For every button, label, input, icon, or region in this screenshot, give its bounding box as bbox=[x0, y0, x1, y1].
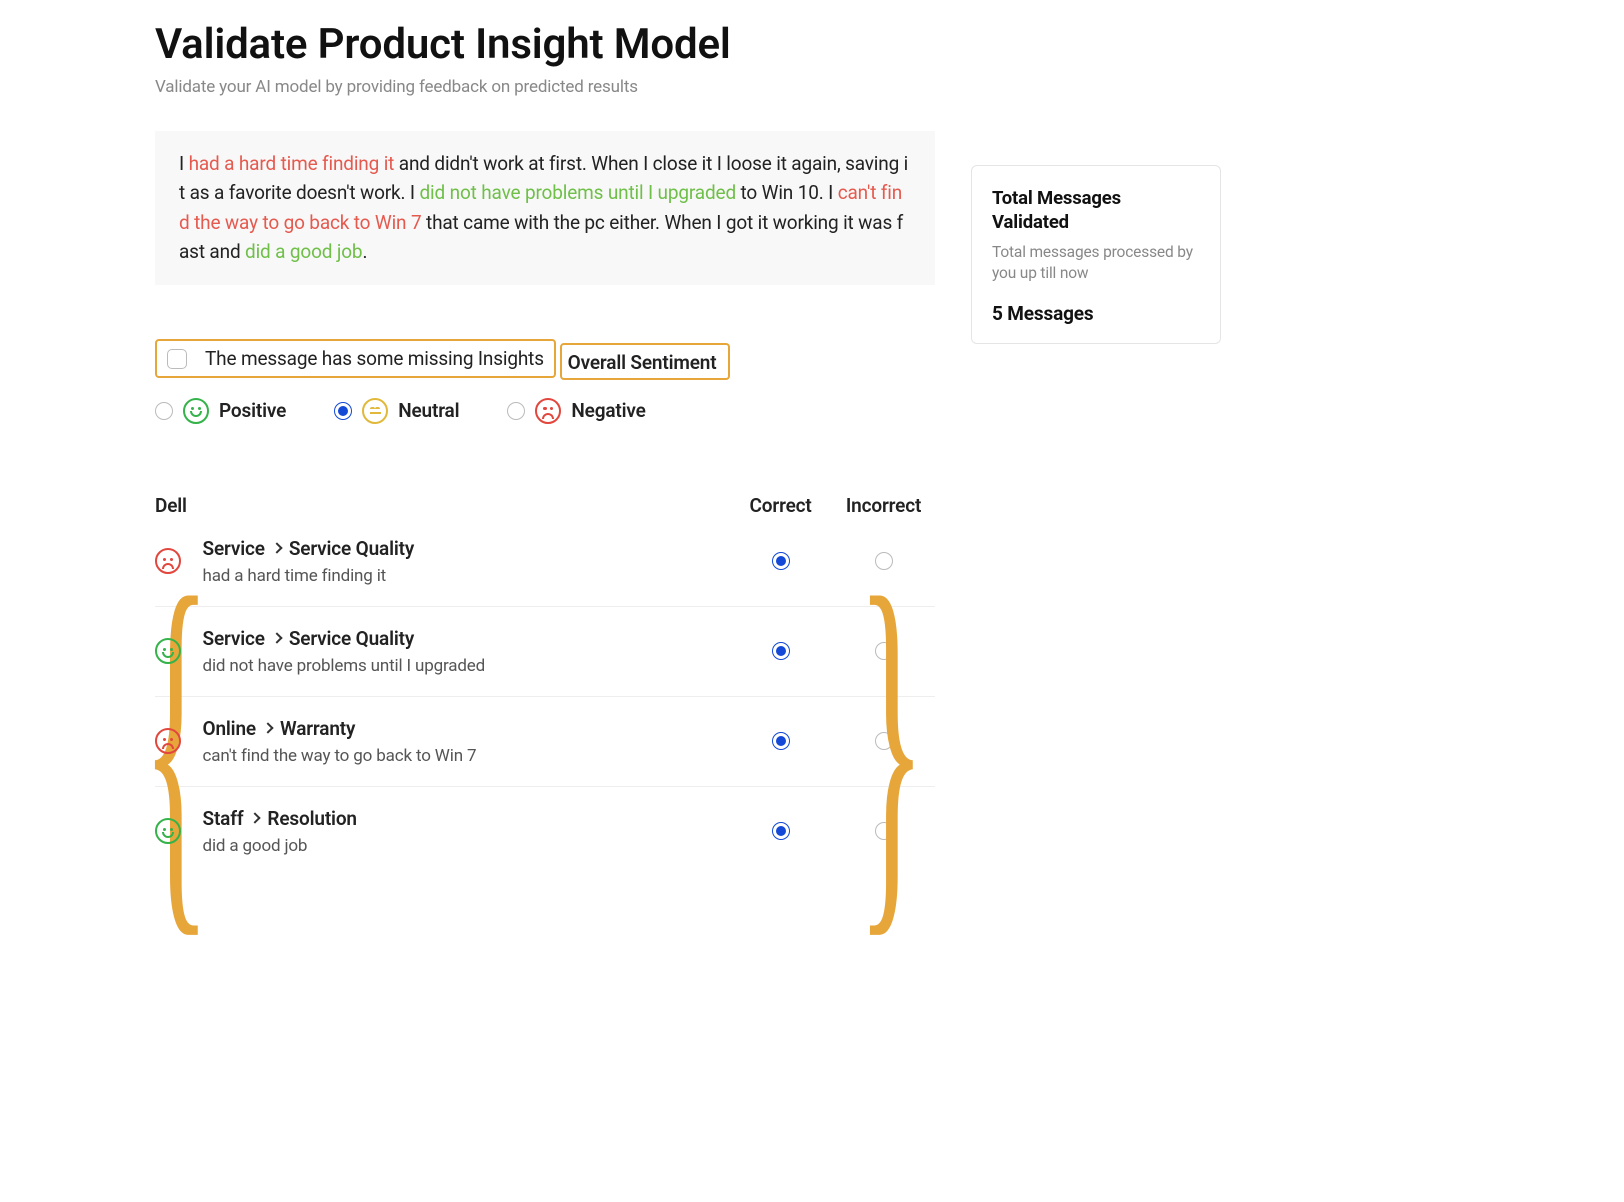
topic-correct-radio[interactable] bbox=[772, 822, 790, 840]
page-subtitle: Validate your AI model by providing feed… bbox=[155, 77, 1564, 97]
chevron-right-icon bbox=[262, 723, 273, 734]
sentiment-option-neutral[interactable]: Neutral bbox=[334, 398, 459, 424]
face-pos-icon bbox=[183, 398, 209, 424]
column-incorrect: Incorrect bbox=[832, 494, 935, 517]
message-segment: did not have problems until I upgraded bbox=[419, 181, 736, 204]
missing-insights-label: The message has some missing Insights bbox=[205, 347, 544, 370]
sentiment-radio-neutral[interactable] bbox=[334, 402, 352, 420]
topic-path: OnlineWarranty bbox=[203, 717, 730, 740]
message-segment: had a hard time finding it bbox=[189, 152, 395, 175]
topic-row: ServiceService Quality had a hard time fi… bbox=[155, 517, 935, 606]
topic-path: StaffResolution bbox=[203, 807, 730, 830]
sentiment-label: Positive bbox=[219, 399, 286, 422]
topic-correct-radio[interactable] bbox=[772, 732, 790, 750]
topic-row: StaffResolution did a good job bbox=[155, 786, 935, 876]
sentiment-option-positive[interactable]: Positive bbox=[155, 398, 286, 424]
topic-row: ServiceService Quality did not have probl… bbox=[155, 606, 935, 696]
message-segment: did a good job bbox=[245, 240, 362, 263]
topic-incorrect-radio[interactable] bbox=[875, 732, 893, 750]
topic-snippet: can't find the way to go back to Win 7 bbox=[203, 746, 730, 766]
missing-insights-row[interactable]: The message has some missing Insights bbox=[155, 339, 556, 378]
face-neg-icon bbox=[535, 398, 561, 424]
column-correct: Correct bbox=[729, 494, 832, 517]
chevron-right-icon bbox=[271, 543, 282, 554]
face-neu-icon bbox=[362, 398, 388, 424]
total-messages-card: Total Messages Validated Total messages … bbox=[971, 165, 1221, 344]
total-messages-value: 5 Messages bbox=[992, 302, 1200, 325]
message-segment: . bbox=[362, 240, 367, 263]
sentiment-radio-negative[interactable] bbox=[507, 402, 525, 420]
topic-snippet: did a good job bbox=[203, 836, 730, 856]
message-segment: I bbox=[179, 152, 189, 175]
total-messages-title: Total Messages Validated bbox=[992, 186, 1200, 234]
topic-incorrect-radio[interactable] bbox=[875, 642, 893, 660]
sentiment-label: Neutral bbox=[398, 399, 459, 422]
chevron-right-icon bbox=[271, 633, 282, 644]
sentiment-label: Negative bbox=[571, 399, 645, 422]
topic-path: ServiceService Quality bbox=[203, 537, 730, 560]
missing-insights-checkbox[interactable] bbox=[167, 349, 187, 369]
message-segment: to Win 10. I bbox=[736, 181, 838, 204]
face-pos-icon bbox=[155, 638, 181, 664]
topic-incorrect-radio[interactable] bbox=[875, 822, 893, 840]
topic-incorrect-radio[interactable] bbox=[875, 552, 893, 570]
face-pos-icon bbox=[155, 818, 181, 844]
topic-snippet: did not have problems until I upgraded bbox=[203, 656, 730, 676]
topic-snippet: had a hard time finding it bbox=[203, 566, 730, 586]
sentiment-radio-positive[interactable] bbox=[155, 402, 173, 420]
total-messages-subtitle: Total messages processed by you up till … bbox=[992, 242, 1200, 284]
overall-sentiment-heading: Overall Sentiment bbox=[560, 343, 731, 380]
topic-path: ServiceService Quality bbox=[203, 627, 730, 650]
topic-correct-radio[interactable] bbox=[772, 642, 790, 660]
sentiment-option-negative[interactable]: Negative bbox=[507, 398, 645, 424]
topic-row: OnlineWarranty can't find the way to go b… bbox=[155, 696, 935, 786]
face-neg-icon bbox=[155, 548, 181, 574]
topic-subject-heading: Dell bbox=[155, 494, 729, 517]
chevron-right-icon bbox=[250, 813, 261, 824]
topic-correct-radio[interactable] bbox=[772, 552, 790, 570]
overall-sentiment-label: Overall Sentiment bbox=[568, 351, 717, 374]
message-text: I had a hard time finding it and didn't … bbox=[155, 131, 935, 285]
page-title: Validate Product Insight Model bbox=[155, 20, 1564, 69]
face-neg-icon bbox=[155, 728, 181, 754]
